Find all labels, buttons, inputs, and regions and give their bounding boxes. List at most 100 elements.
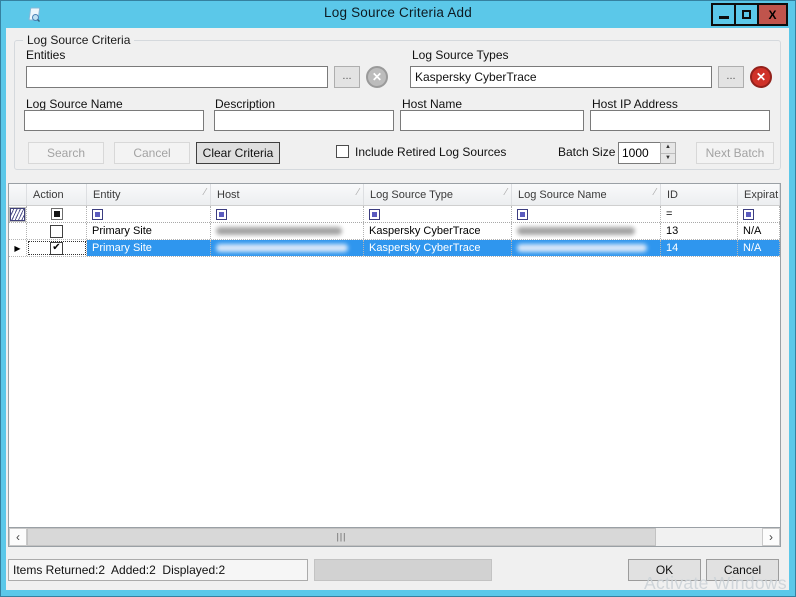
filter-edit-icon — [10, 208, 25, 221]
column-header-host[interactable]: Host⁄ — [211, 184, 364, 205]
maximize-button[interactable] — [734, 3, 759, 26]
filter-id-cell[interactable]: = — [661, 206, 738, 222]
horizontal-scrollbar[interactable]: ‹ III › — [9, 527, 780, 546]
row-header-cell[interactable] — [9, 223, 27, 239]
clear-criteria-button[interactable]: Clear Criteria — [196, 142, 280, 164]
filter-action-cell[interactable] — [27, 206, 87, 222]
log-source-name-input[interactable] — [24, 110, 204, 131]
progress-bar — [314, 559, 492, 581]
table-row[interactable]: Primary Site Kaspersky CyberTrace 13 N/A — [9, 223, 780, 240]
row-log-source-name-cell[interactable] — [512, 223, 661, 239]
column-header-log-source-name[interactable]: Log Source Name⁄ — [512, 184, 661, 205]
row-action-cell[interactable]: ✔ — [27, 240, 87, 256]
description-label: Description — [215, 97, 275, 111]
equals-operator: = — [666, 208, 672, 220]
column-header-expiration[interactable]: Expiration — [738, 184, 780, 205]
batch-size-stepper: ▲ ▼ — [618, 142, 676, 164]
log-source-types-clear-icon[interactable]: ✕ — [750, 66, 772, 88]
entities-input[interactable] — [26, 66, 328, 88]
sort-icon: ⁄ — [505, 187, 507, 198]
host-ip-input[interactable] — [590, 110, 770, 131]
scroll-left-icon[interactable]: ‹ — [9, 528, 27, 546]
grid-corner-header — [9, 184, 27, 205]
entities-clear-icon[interactable]: ✕ — [366, 66, 388, 88]
sort-icon: ⁄ — [654, 187, 656, 198]
filter-log-source-name-cell[interactable] — [512, 206, 661, 222]
row-expiration-cell[interactable]: N/A — [738, 240, 780, 256]
minimize-icon — [719, 16, 729, 19]
filter-icon[interactable] — [92, 209, 103, 220]
filter-icon[interactable] — [369, 209, 380, 220]
log-source-grid: Action Entity⁄ Host⁄ Log Source Type⁄ Lo… — [8, 183, 781, 547]
log-source-name-label: Log Source Name — [26, 97, 123, 111]
sort-icon: ⁄ — [204, 187, 206, 198]
filter-corner-cell[interactable] — [9, 206, 27, 222]
table-row-selected[interactable]: ▶ ✔ Primary Site Kaspersky CyberTrace 14… — [9, 240, 780, 257]
filter-expiration-cell[interactable] — [738, 206, 780, 222]
row-entity-cell[interactable]: Primary Site — [87, 223, 211, 239]
row-action-cell[interactable] — [27, 223, 87, 239]
row-checkbox-checked[interactable]: ✔ — [50, 242, 63, 255]
log-source-types-label: Log Source Types — [412, 48, 509, 62]
redacted-log-source-name — [517, 244, 647, 252]
sort-icon: ⁄ — [357, 187, 359, 198]
next-batch-button[interactable]: Next Batch — [696, 142, 774, 164]
column-header-id[interactable]: ID — [661, 184, 738, 205]
grid-header-row: Action Entity⁄ Host⁄ Log Source Type⁄ Lo… — [9, 184, 780, 206]
grid-empty-area — [9, 257, 780, 527]
filter-icon[interactable] — [517, 209, 528, 220]
close-button[interactable]: X — [757, 3, 788, 26]
redacted-log-source-name — [517, 227, 635, 235]
status-summary: Items Returned:2 Added:2 Displayed:2 — [8, 559, 308, 581]
column-header-log-source-type[interactable]: Log Source Type⁄ — [364, 184, 512, 205]
cancel-search-button[interactable]: Cancel — [114, 142, 190, 164]
row-log-source-name-cell[interactable] — [512, 240, 661, 256]
log-source-types-browse-button[interactable]: ... — [718, 66, 744, 88]
row-host-cell[interactable] — [211, 223, 364, 239]
row-host-cell[interactable] — [211, 240, 364, 256]
select-all-checkbox[interactable] — [51, 208, 63, 220]
current-row-icon: ▶ — [14, 244, 20, 253]
scrollbar-grip-icon: III — [337, 530, 347, 544]
titlebar[interactable]: Log Source Criteria Add X — [0, 0, 796, 28]
window-title: Log Source Criteria Add — [0, 5, 796, 20]
entities-label: Entities — [26, 48, 65, 62]
host-ip-label: Host IP Address — [592, 97, 678, 111]
spin-down-icon[interactable]: ▼ — [661, 154, 675, 164]
filter-icon[interactable] — [743, 209, 754, 220]
grid-filter-row: = — [9, 206, 780, 223]
filter-host-cell[interactable] — [211, 206, 364, 222]
spin-up-icon[interactable]: ▲ — [661, 143, 675, 154]
entities-browse-button[interactable]: ... — [334, 66, 360, 88]
search-button[interactable]: Search — [28, 142, 104, 164]
scrollbar-thumb[interactable]: III — [27, 528, 656, 546]
batch-size-label: Batch Size — [558, 145, 615, 159]
filter-icon[interactable] — [216, 209, 227, 220]
batch-size-input[interactable] — [618, 142, 660, 164]
row-entity-cell[interactable]: Primary Site — [87, 240, 211, 256]
window-controls: X — [713, 3, 788, 26]
filter-log-source-type-cell[interactable] — [364, 206, 512, 222]
row-log-source-type-cell[interactable]: Kaspersky CyberTrace — [364, 240, 512, 256]
row-id-cell[interactable]: 13 — [661, 223, 738, 239]
row-header-cell[interactable]: ▶ — [9, 240, 27, 256]
row-expiration-cell[interactable]: N/A — [738, 223, 780, 239]
maximize-icon — [742, 10, 751, 19]
column-header-entity[interactable]: Entity⁄ — [87, 184, 211, 205]
column-header-action[interactable]: Action — [27, 184, 87, 205]
row-checkbox[interactable] — [50, 225, 63, 238]
log-source-types-input[interactable] — [410, 66, 712, 88]
group-label: Log Source Criteria — [23, 33, 134, 47]
dialog-client: Log Source Criteria Entities ... ✕ Log S… — [6, 28, 789, 590]
filter-entity-cell[interactable] — [87, 206, 211, 222]
dialog-window: Log Source Criteria Add X Log Source Cri… — [0, 0, 796, 597]
row-id-cell[interactable]: 14 — [661, 240, 738, 256]
row-log-source-type-cell[interactable]: Kaspersky CyberTrace — [364, 223, 512, 239]
description-input[interactable] — [214, 110, 394, 131]
scrollbar-track[interactable] — [656, 528, 762, 546]
include-retired-checkbox[interactable] — [336, 145, 349, 158]
host-name-label: Host Name — [402, 97, 462, 111]
minimize-button[interactable] — [711, 3, 736, 26]
scroll-right-icon[interactable]: › — [762, 528, 780, 546]
host-name-input[interactable] — [400, 110, 584, 131]
